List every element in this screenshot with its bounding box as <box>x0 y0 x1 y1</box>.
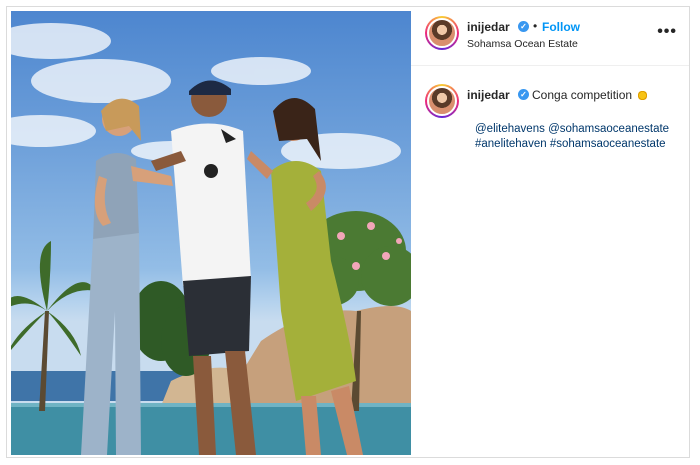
sun-emoji-icon <box>637 90 648 101</box>
mention-link[interactable]: @elitehavens <box>475 123 545 135</box>
mentions-line: @elitehavens @sohamsaoceanestate <box>475 122 669 137</box>
post-side-panel: inijedar ✓ • Follow Sohamsa Ocean Estate… <box>411 7 689 457</box>
separator-dot: • <box>533 19 538 33</box>
more-options-icon[interactable]: ••• <box>657 24 677 40</box>
caption-text: Conga competition <box>532 88 633 102</box>
author-avatar[interactable] <box>425 16 459 50</box>
instagram-post-embed: inijedar ✓ • Follow Sohamsa Ocean Estate… <box>6 6 690 458</box>
post-header: inijedar ✓ • Follow Sohamsa Ocean Estate… <box>411 7 689 66</box>
caption-username[interactable]: inijedar <box>467 88 510 102</box>
hashtags-line: #anelitehaven #sohamsaoceanestate <box>475 137 669 152</box>
author-username[interactable]: inijedar <box>467 20 510 34</box>
follow-button[interactable]: Follow <box>542 20 580 34</box>
caption-links: @elitehavens @sohamsaoceanestate #anelit… <box>475 122 669 152</box>
mention-link[interactable]: @sohamsaoceanestate <box>548 123 669 135</box>
post-location[interactable]: Sohamsa Ocean Estate <box>467 38 578 50</box>
hashtag-link[interactable]: #anelitehaven <box>475 138 547 150</box>
verified-badge-icon: ✓ <box>518 89 529 100</box>
photo-scene <box>11 23 411 455</box>
verified-badge-icon: ✓ <box>518 21 529 32</box>
post-photo[interactable] <box>11 11 411 455</box>
caption-author-avatar[interactable] <box>425 84 459 118</box>
hashtag-link[interactable]: #sohamsaoceanestate <box>550 138 666 150</box>
